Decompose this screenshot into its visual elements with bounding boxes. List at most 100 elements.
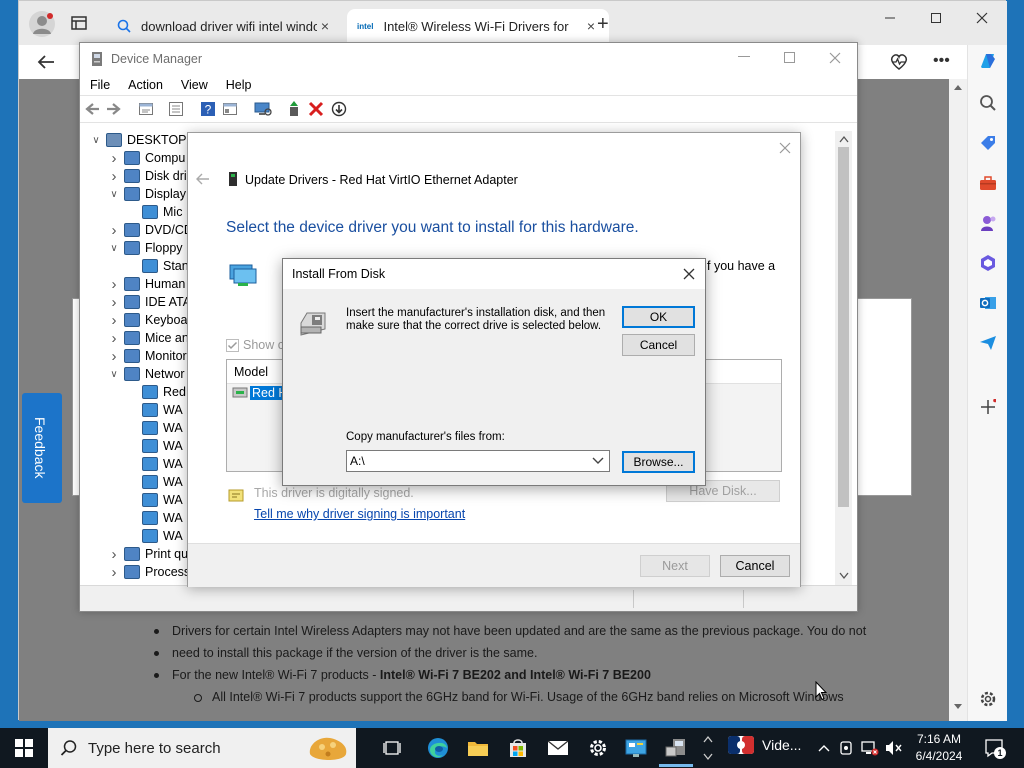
search-icon[interactable] xyxy=(976,91,1000,115)
browser-close-button[interactable] xyxy=(959,3,1005,33)
tree-node[interactable]: › Monitor xyxy=(108,347,187,365)
file-explorer-icon[interactable] xyxy=(466,736,490,760)
properties-icon[interactable] xyxy=(138,101,154,117)
tab-close-icon[interactable]: × xyxy=(317,18,333,34)
settings-gear-icon[interactable] xyxy=(586,736,610,760)
chevron-overflow-icon[interactable] xyxy=(696,735,720,761)
list-view-icon[interactable] xyxy=(168,101,184,117)
chevron-right-icon[interactable]: › xyxy=(108,312,120,329)
outlook-icon[interactable] xyxy=(976,291,1000,315)
tree-node[interactable]: WA xyxy=(126,401,183,419)
enable-device-icon[interactable] xyxy=(331,101,347,117)
tree-node[interactable]: WA xyxy=(126,509,183,527)
send-plane-icon[interactable] xyxy=(976,331,1000,355)
edge-browser-icon[interactable] xyxy=(426,736,450,760)
tree-node[interactable]: › IDE ATA xyxy=(108,293,192,311)
driver-signing-link[interactable]: Tell me why driver signing is important xyxy=(254,507,465,521)
chevron-right-icon[interactable]: › xyxy=(108,294,120,311)
settings-gear-icon[interactable] xyxy=(976,687,1000,711)
feedback-button[interactable]: Feedback xyxy=(22,393,62,503)
device-manager-taskbar-icon[interactable] xyxy=(664,736,688,760)
cancel-button[interactable]: Cancel xyxy=(720,555,790,577)
cancel-button[interactable]: Cancel xyxy=(622,334,695,356)
microsoft-365-icon[interactable] xyxy=(976,251,1000,275)
close-button[interactable] xyxy=(829,52,841,64)
games-icon[interactable] xyxy=(976,211,1000,235)
close-icon[interactable] xyxy=(683,268,695,280)
browser-minimize-button[interactable] xyxy=(867,3,913,33)
chevron-right-icon[interactable]: › xyxy=(108,222,120,239)
new-tab-button[interactable]: + xyxy=(597,13,609,36)
details-view-icon[interactable] xyxy=(222,101,238,117)
chevron-right-icon[interactable]: › xyxy=(108,330,120,347)
update-driver-icon[interactable] xyxy=(286,101,302,117)
tab-actions-icon[interactable] xyxy=(71,15,87,31)
tree-node[interactable]: ∨ DESKTOP-2 xyxy=(90,131,198,149)
tree-node[interactable]: WA xyxy=(126,437,183,455)
copy-from-combobox[interactable]: A:\ xyxy=(346,450,610,472)
task-view-icon[interactable] xyxy=(380,736,404,760)
page-scrollbar[interactable] xyxy=(949,79,967,721)
chevron-right-icon[interactable]: › xyxy=(108,564,120,581)
windows-start-icon[interactable] xyxy=(12,736,36,760)
volume-muted-icon[interactable] xyxy=(882,736,906,760)
chevron-down-icon[interactable] xyxy=(590,454,606,468)
help-icon[interactable]: ? xyxy=(200,101,216,117)
forward-arrow-icon[interactable] xyxy=(106,101,122,117)
show-hidden-icons-chevron[interactable] xyxy=(812,736,836,760)
menu-action[interactable]: Action xyxy=(118,75,171,95)
chevron-down-icon[interactable]: ∨ xyxy=(108,243,120,254)
back-arrow-icon[interactable] xyxy=(84,101,100,117)
back-arrow-icon[interactable] xyxy=(196,173,210,185)
model-column-header[interactable]: Model xyxy=(234,365,268,379)
tree-node[interactable]: › Process xyxy=(108,563,191,581)
shopping-tag-icon[interactable] xyxy=(976,131,1000,155)
taskbar-search-box[interactable]: Type here to search xyxy=(48,728,356,768)
tree-node[interactable]: WA xyxy=(126,455,183,473)
next-button[interactable]: Next xyxy=(640,555,710,577)
ok-button[interactable]: OK xyxy=(622,306,695,328)
chevron-down-icon[interactable]: ∨ xyxy=(90,135,102,146)
minimize-button[interactable] xyxy=(738,56,750,57)
tree-node[interactable]: Mic xyxy=(126,203,182,221)
profile-avatar[interactable] xyxy=(29,11,55,37)
add-icon[interactable] xyxy=(976,395,1000,419)
close-icon[interactable] xyxy=(779,142,791,154)
maximize-button[interactable] xyxy=(784,52,795,63)
control-panel-icon[interactable] xyxy=(624,736,648,760)
menu-help[interactable]: Help xyxy=(216,75,260,95)
tree-node[interactable]: WA xyxy=(126,419,183,437)
tree-node[interactable]: › Keyboa xyxy=(108,311,188,329)
tree-node[interactable]: › Human xyxy=(108,275,186,293)
tree-node[interactable]: › Print qu xyxy=(108,545,189,563)
more-menu-icon[interactable]: ••• xyxy=(933,52,950,70)
chevron-right-icon[interactable]: › xyxy=(108,546,120,563)
tree-node[interactable]: WA xyxy=(126,527,183,545)
browse-button[interactable]: Browse... xyxy=(622,451,695,473)
chevron-right-icon[interactable]: › xyxy=(108,276,120,293)
tree-node[interactable]: › Mice an xyxy=(108,329,189,347)
copilot-icon[interactable] xyxy=(976,49,1000,73)
back-arrow-icon[interactable] xyxy=(37,54,55,70)
tab-intel[interactable]: intel Intel® Wireless Wi-Fi Drivers for … xyxy=(347,9,609,43)
tree-node[interactable]: WA xyxy=(126,491,183,509)
news-widget[interactable]: Vide... xyxy=(728,736,801,754)
toolbox-icon[interactable] xyxy=(976,171,1000,195)
menu-view[interactable]: View xyxy=(171,75,216,95)
tree-node[interactable]: ∨ Networ xyxy=(108,365,185,383)
chevron-down-icon[interactable]: ∨ xyxy=(108,369,120,380)
menu-file[interactable]: File xyxy=(80,75,118,95)
chevron-down-icon[interactable]: ∨ xyxy=(108,189,120,200)
uninstall-x-icon[interactable] xyxy=(308,101,324,117)
tree-node[interactable]: › DVD/CD xyxy=(108,221,193,239)
store-icon[interactable] xyxy=(506,736,530,760)
clock[interactable]: 7:16 AM 6/4/2024 xyxy=(908,731,970,765)
tree-node[interactable]: ∨ Floppy xyxy=(108,239,183,257)
network-icon[interactable] xyxy=(858,736,882,760)
tree-node[interactable]: WA xyxy=(126,473,183,491)
tree-node[interactable]: ∨ Display xyxy=(108,185,186,203)
mail-icon[interactable] xyxy=(546,736,570,760)
notification-center-icon[interactable]: 1 xyxy=(982,736,1006,760)
tree-scrollbar[interactable] xyxy=(835,131,852,585)
tree-node[interactable]: Stan xyxy=(126,257,189,275)
